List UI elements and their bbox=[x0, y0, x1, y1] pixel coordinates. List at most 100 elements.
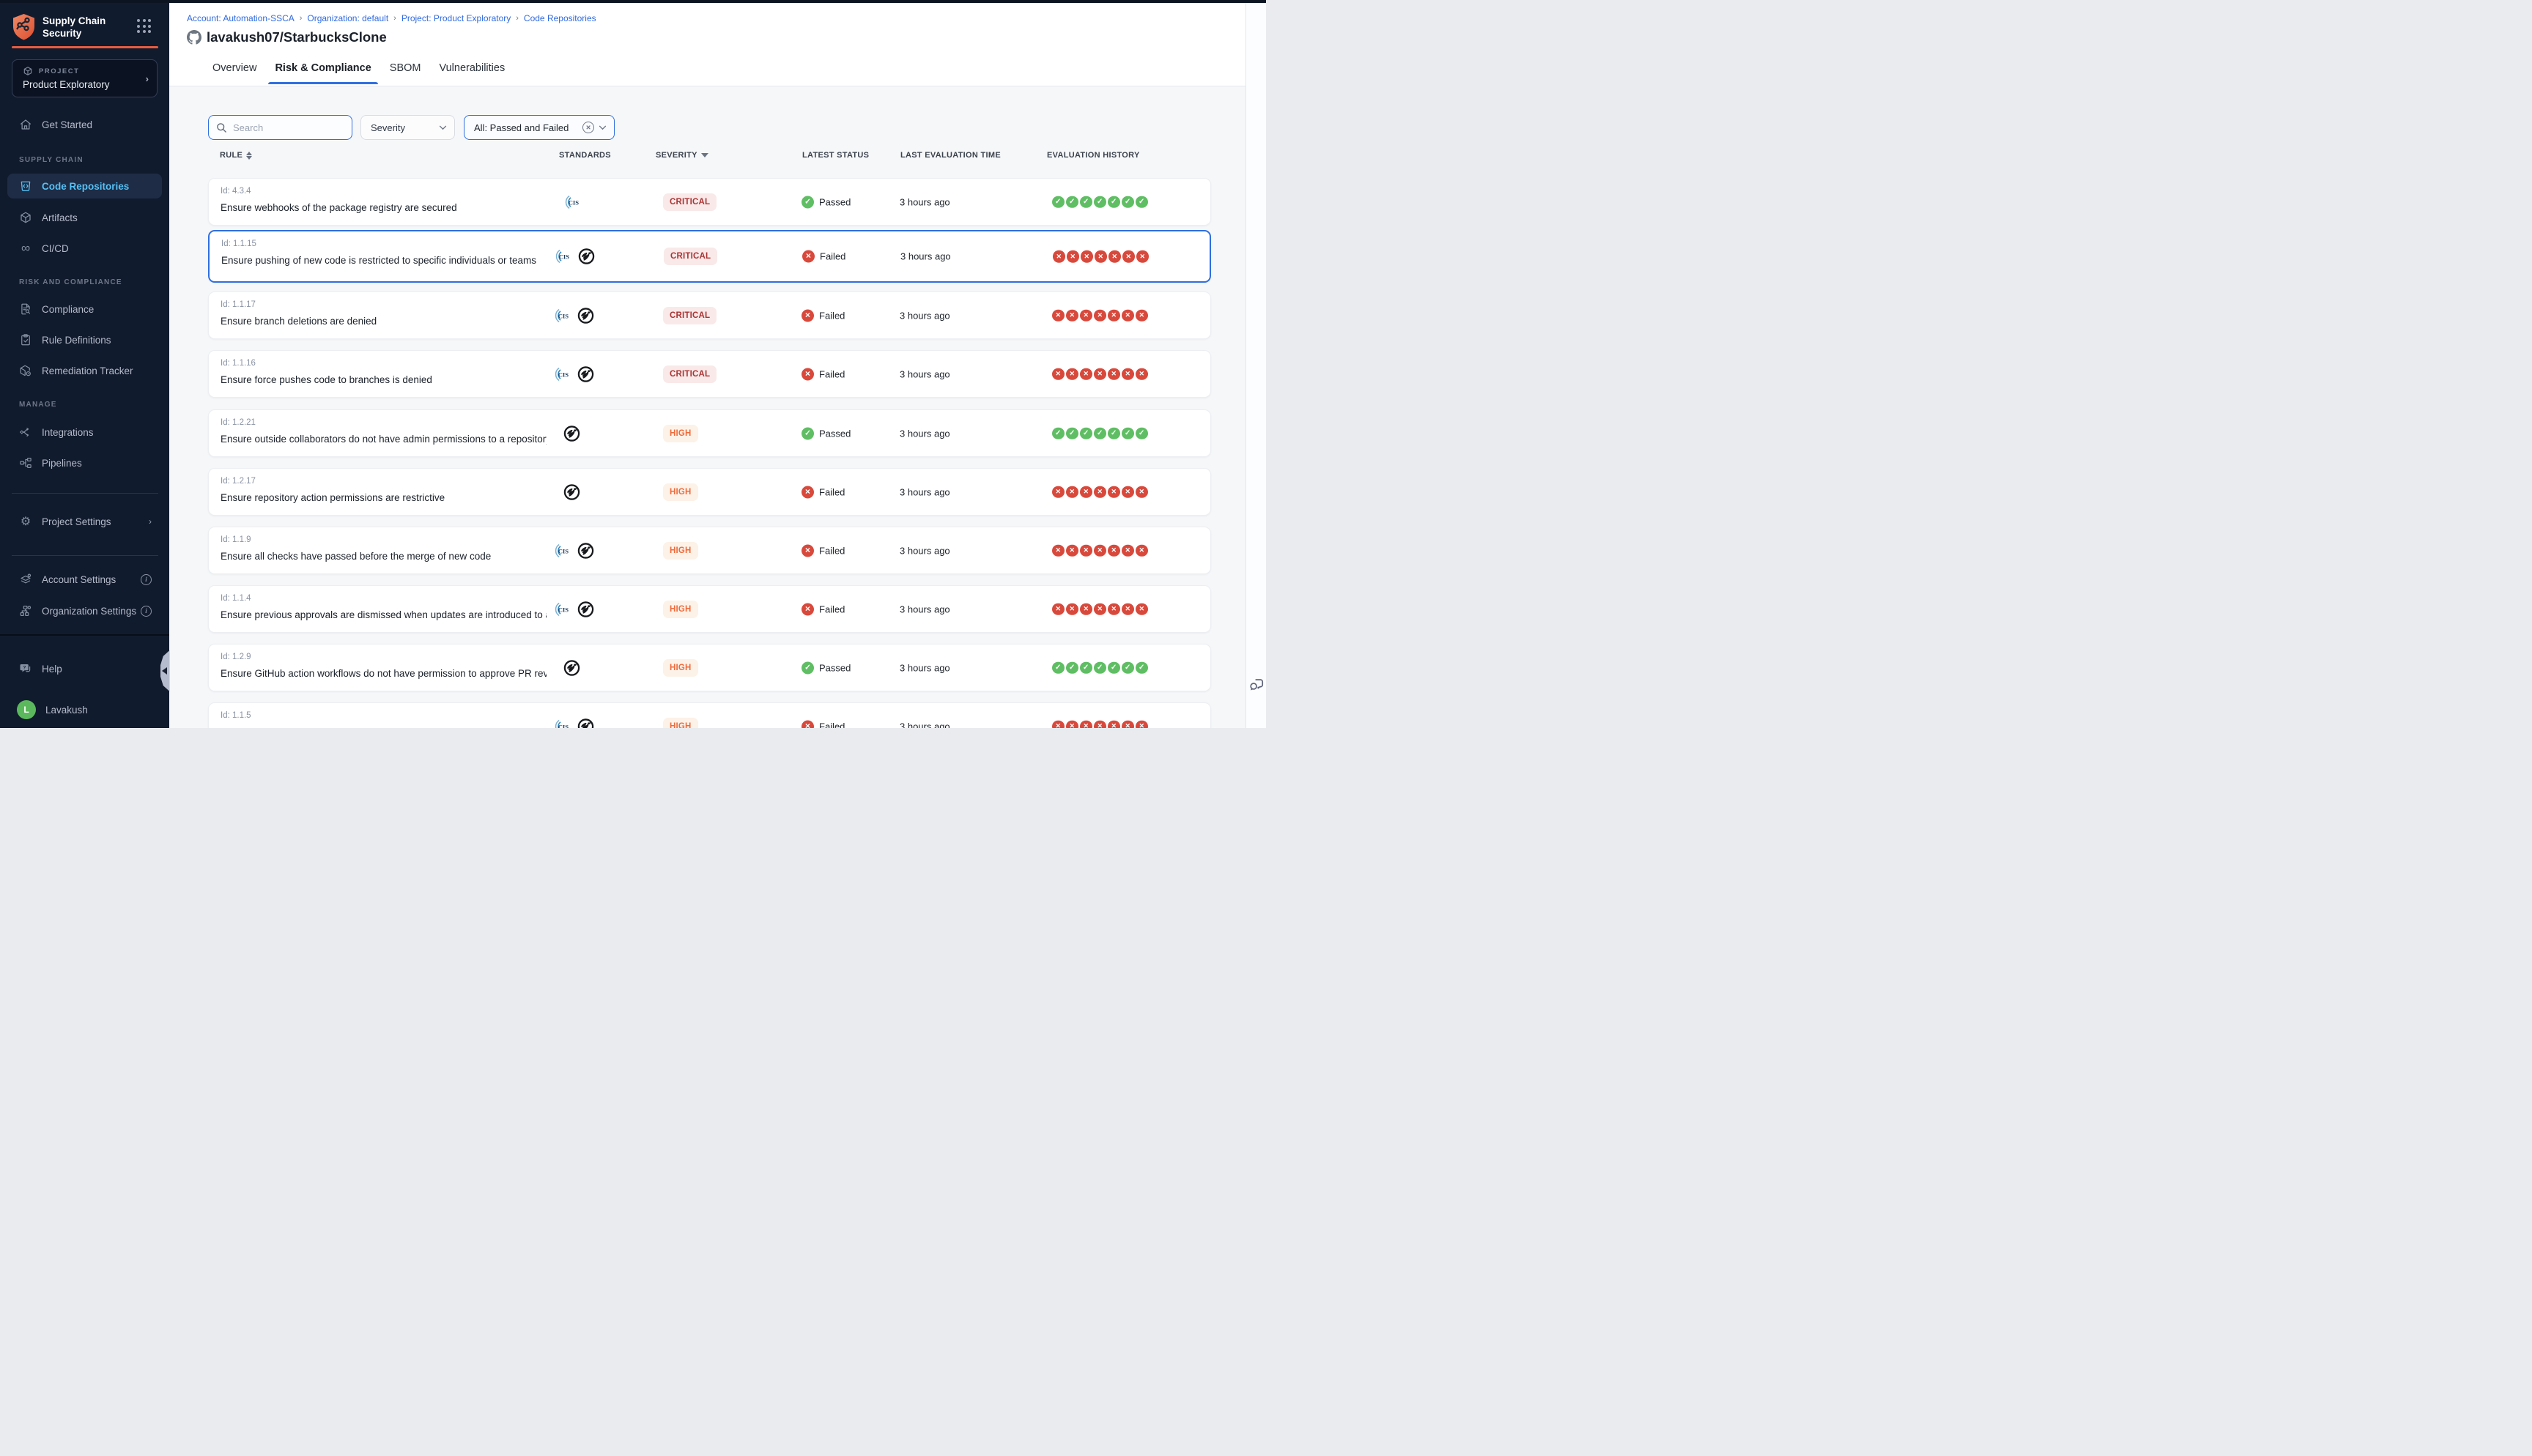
standards-cell bbox=[553, 307, 594, 324]
breadcrumb-account[interactable]: Account: Automation-SSCA bbox=[187, 13, 295, 23]
history-fail-icon bbox=[1052, 309, 1065, 322]
table-row-selected[interactable]: Id: 1.1.15 Ensure pushing of new code is… bbox=[208, 230, 1211, 283]
owasp-standard-icon bbox=[578, 248, 595, 265]
sidebar-item-remediation-tracker[interactable]: Remediation Tracker bbox=[7, 358, 162, 383]
sidebar-item-integrations[interactable]: Integrations bbox=[7, 420, 162, 445]
evaluation-time: 3 hours ago bbox=[900, 251, 951, 262]
status-filter-label: All: Passed and Failed bbox=[474, 122, 569, 133]
clear-filter-icon[interactable]: ✕ bbox=[582, 122, 594, 133]
failed-icon bbox=[802, 309, 814, 322]
severity-badge: CRITICAL bbox=[664, 248, 717, 265]
history-fail-icon bbox=[1067, 250, 1079, 263]
app-switcher-icon[interactable] bbox=[137, 19, 152, 34]
severity-filter-dropdown[interactable]: Severity bbox=[360, 115, 455, 140]
sidebar-item-account-settings[interactable]: Account Settings i bbox=[7, 567, 162, 592]
history-fail-icon bbox=[1108, 368, 1120, 380]
tab-vulnerabilities[interactable]: Vulnerabilities bbox=[439, 58, 505, 86]
avatar: L bbox=[17, 700, 36, 719]
home-icon bbox=[19, 118, 32, 131]
info-icon[interactable]: i bbox=[141, 574, 152, 585]
status-label: Passed bbox=[819, 196, 851, 207]
table-header: RULE STANDARDS SEVERITY LATEST STATUS LA… bbox=[169, 151, 1245, 166]
sidebar-item-pipelines[interactable]: Pipelines bbox=[7, 450, 162, 475]
app-logo[interactable]: Supply Chain Security bbox=[12, 13, 106, 40]
cis-standard-icon bbox=[553, 542, 570, 559]
history-fail-icon bbox=[1080, 368, 1092, 380]
evaluation-time: 3 hours ago bbox=[900, 428, 950, 439]
breadcrumb-organization[interactable]: Organization: default bbox=[307, 13, 388, 23]
tab-risk-compliance[interactable]: Risk & Compliance bbox=[275, 58, 371, 86]
standards-cell bbox=[563, 425, 580, 442]
table-row[interactable]: Id: 4.3.4 Ensure webhooks of the package… bbox=[208, 178, 1211, 226]
rule-text: Ensure outside collaborators do not have… bbox=[221, 434, 547, 445]
sidebar-item-label: Help bbox=[42, 664, 62, 675]
table-row[interactable]: Id: 1.1.5 HIGH Failed 3 hours ago bbox=[208, 702, 1211, 728]
cis-standard-icon bbox=[553, 365, 570, 382]
status-cell: Failed bbox=[802, 486, 845, 498]
info-icon[interactable]: i bbox=[141, 606, 152, 617]
cis-standard-icon bbox=[553, 718, 570, 728]
rule-id: Id: 1.1.9 bbox=[221, 535, 251, 544]
owasp-standard-icon bbox=[577, 601, 594, 617]
passed-icon bbox=[802, 427, 814, 439]
support-chat-icon[interactable] bbox=[1248, 677, 1265, 693]
sidebar-item-label: Compliance bbox=[42, 304, 94, 315]
history-fail-icon bbox=[1052, 486, 1065, 498]
tab-overview[interactable]: Overview bbox=[212, 58, 256, 86]
app-title: Supply Chain Security bbox=[42, 13, 106, 40]
main-content: Severity All: Passed and Failed ✕ RULE S… bbox=[169, 86, 1245, 728]
search-input[interactable] bbox=[233, 122, 336, 133]
standards-cell bbox=[553, 718, 594, 728]
table-row[interactable]: Id: 1.1.17 Ensure branch deletions are d… bbox=[208, 291, 1211, 339]
history-pass-icon bbox=[1094, 661, 1106, 674]
tab-sbom[interactable]: SBOM bbox=[390, 58, 421, 86]
column-header-rule[interactable]: RULE bbox=[220, 151, 252, 160]
collapse-arrow-icon bbox=[162, 667, 167, 675]
column-header-severity[interactable]: SEVERITY bbox=[656, 151, 708, 160]
severity-badge: HIGH bbox=[663, 483, 698, 501]
rule-text: Ensure GitHub action workflows do not ha… bbox=[221, 668, 547, 679]
table-row[interactable]: Id: 1.1.4 Ensure previous approvals are … bbox=[208, 585, 1211, 633]
tab-bar: Overview Risk & Compliance SBOM Vulnerab… bbox=[212, 58, 505, 86]
history-pass-icon bbox=[1052, 196, 1065, 208]
sidebar-item-organization-settings[interactable]: Organization Settings i bbox=[7, 598, 162, 623]
rule-id: Id: 1.1.16 bbox=[221, 359, 256, 368]
sidebar-item-code-repositories[interactable]: Code Repositories bbox=[7, 174, 162, 198]
severity-badge: CRITICAL bbox=[663, 307, 717, 324]
history-fail-icon bbox=[1136, 309, 1148, 322]
project-selector[interactable]: PROJECT Product Exploratory › bbox=[12, 59, 158, 97]
breadcrumb-code-repositories[interactable]: Code Repositories bbox=[524, 13, 596, 23]
history-pass-icon bbox=[1108, 661, 1120, 674]
layers-gear-icon bbox=[19, 573, 32, 586]
chevron-right-icon: › bbox=[146, 73, 149, 84]
right-rail bbox=[1245, 3, 1266, 728]
page-header: Account: Automation-SSCA › Organization:… bbox=[169, 3, 1266, 86]
history-fail-icon bbox=[1080, 720, 1092, 728]
history-fail-icon bbox=[1094, 486, 1106, 498]
history-pass-icon bbox=[1066, 196, 1078, 208]
table-row[interactable]: Id: 1.1.9 Ensure all checks have passed … bbox=[208, 527, 1211, 574]
table-row[interactable]: Id: 1.2.17 Ensure repository action perm… bbox=[208, 468, 1211, 516]
rule-id: Id: 1.2.9 bbox=[221, 653, 251, 661]
table-row[interactable]: Id: 1.2.21 Ensure outside collaborators … bbox=[208, 409, 1211, 457]
history-fail-icon bbox=[1136, 544, 1148, 557]
status-filter-dropdown[interactable]: All: Passed and Failed ✕ bbox=[464, 115, 615, 140]
project-name: Product Exploratory bbox=[23, 79, 110, 90]
table-row[interactable]: Id: 1.2.9 Ensure GitHub action workflows… bbox=[208, 644, 1211, 691]
sidebar-item-rule-definitions[interactable]: Rule Definitions bbox=[7, 327, 162, 352]
standards-cell bbox=[553, 542, 594, 559]
evaluation-time: 3 hours ago bbox=[900, 662, 950, 673]
sidebar-item-get-started[interactable]: Get Started bbox=[7, 112, 162, 137]
failed-icon bbox=[802, 250, 815, 263]
table-row[interactable]: Id: 1.1.16 Ensure force pushes code to b… bbox=[208, 350, 1211, 398]
evaluation-time: 3 hours ago bbox=[900, 368, 950, 379]
sidebar-item-compliance[interactable]: Compliance bbox=[7, 297, 162, 322]
user-menu[interactable]: L Lavakush bbox=[7, 697, 162, 722]
sidebar-item-cicd[interactable]: ∞ CI/CD bbox=[7, 236, 162, 261]
evaluation-history bbox=[1052, 603, 1148, 615]
sidebar-item-artifacts[interactable]: Artifacts bbox=[7, 205, 162, 230]
breadcrumb-project[interactable]: Project: Product Exploratory bbox=[401, 13, 511, 23]
cis-standard-icon bbox=[553, 601, 570, 617]
sidebar-item-help[interactable]: ? Help bbox=[7, 656, 162, 681]
sidebar-item-project-settings[interactable]: ⚙ Project Settings › bbox=[7, 509, 162, 534]
